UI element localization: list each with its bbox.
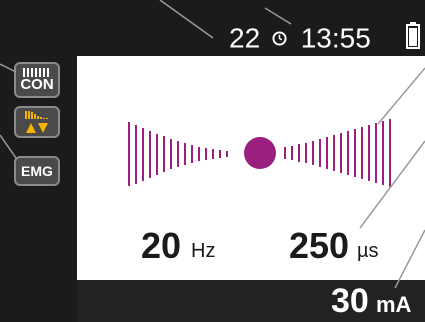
callout-line-emg: [0, 134, 17, 159]
callout-line-pulse-train: [377, 67, 425, 125]
callout-line-con: [0, 63, 17, 73]
callout-line-pulse-width: [359, 140, 425, 229]
callout-line-time: [264, 7, 292, 25]
callout-line-channel: [159, 0, 214, 39]
callout-lines: [0, 0, 425, 289]
callout-line-intensity: [394, 229, 425, 289]
